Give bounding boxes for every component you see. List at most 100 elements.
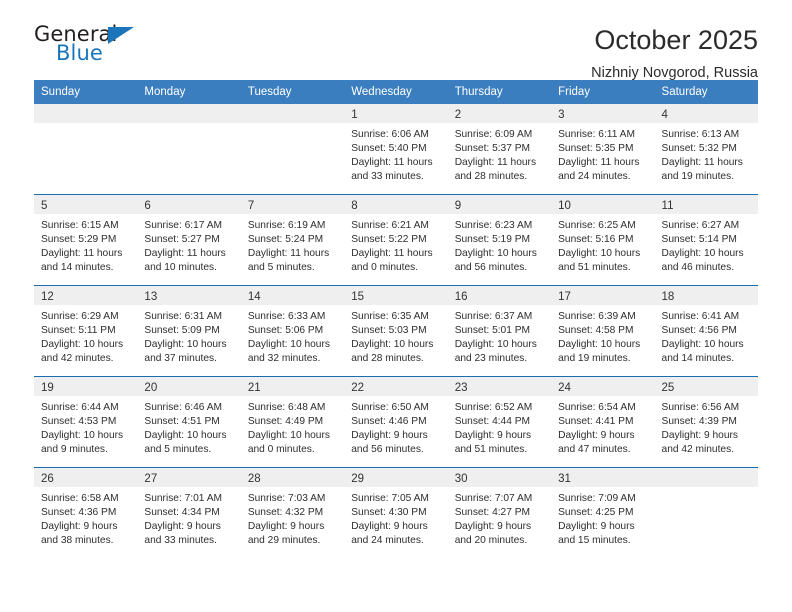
day-details: Sunrise: 6:52 AM Sunset: 4:44 PM Daylight:… [448, 396, 551, 457]
calendar-day-cell[interactable]: 14 Sunrise: 6:33 AM Sunset: 5:06 PM Dayligh… [240, 285, 345, 377]
day-number: 26 [34, 468, 138, 487]
day-details: Sunrise: 6:21 AM Sunset: 5:22 PM Daylight:… [344, 214, 447, 275]
generalblue-logo[interactable]: General Blue [34, 24, 154, 70]
calendar-day-cell[interactable]: 9 Sunrise: 6:23 AM Sunset: 5:19 PM Daylight… [447, 194, 552, 286]
sunrise-time: Sunrise: 6:21 AM [351, 220, 429, 231]
sunrise-time: Sunrise: 6:52 AM [454, 402, 533, 413]
day-number: 10 [551, 195, 655, 214]
calendar-day-cell[interactable]: 15 Sunrise: 6:35 AM Sunset: 5:03 PM Dayligh… [344, 285, 448, 377]
sunset-time: Sunset: 4:32 PM [247, 507, 324, 519]
calendar-day-cell[interactable]: 3 Sunrise: 6:11 AM Sunset: 5:35 PM Daylight… [551, 104, 655, 195]
sunrise-time: Sunrise: 6:23 AM [454, 220, 533, 231]
daylight-duration: Daylight: 10 hours and 23 minutes. [454, 339, 537, 365]
day-number: 24 [551, 377, 655, 396]
day-number: 11 [654, 195, 758, 214]
calendar-day-cell[interactable]: 31 Sunrise: 7:09 AM Sunset: 4:25 PM Dayligh… [551, 467, 655, 558]
calendar-day-cell[interactable]: 24 Sunrise: 6:54 AM Sunset: 4:41 PM Dayligh… [551, 376, 655, 468]
day-number: 6 [137, 195, 241, 214]
sunrise-time: Sunrise: 7:09 AM [558, 493, 636, 504]
calendar-week-row: 12 Sunrise: 6:29 AM Sunset: 5:11 PM Dayligh… [34, 285, 758, 377]
sunset-time: Sunset: 5:11 PM [41, 325, 116, 337]
calendar-day-cell[interactable]: 20 Sunrise: 6:46 AM Sunset: 4:51 PM Dayligh… [137, 376, 241, 468]
calendar-day-cell[interactable]: 4 Sunrise: 6:13 AM Sunset: 5:32 PM Daylight… [654, 104, 758, 195]
day-details: Sunrise: 6:23 AM Sunset: 5:19 PM Daylight:… [448, 214, 551, 275]
day-details: Sunrise: 6:48 AM Sunset: 4:49 PM Daylight:… [241, 396, 344, 457]
calendar-day-cell[interactable]: 25 Sunrise: 6:56 AM Sunset: 4:39 PM Dayligh… [654, 376, 758, 468]
calendar-day-cell[interactable]: 26 Sunrise: 6:58 AM Sunset: 4:36 PM Dayligh… [34, 467, 138, 558]
calendar-day-cell[interactable]: 10 Sunrise: 6:25 AM Sunset: 5:16 PM Dayligh… [551, 194, 655, 286]
sunset-time: Sunset: 5:24 PM [247, 234, 324, 246]
day-number: 7 [240, 195, 345, 214]
calendar-day-cell[interactable]: 21 Sunrise: 6:48 AM Sunset: 4:49 PM Dayligh… [240, 376, 345, 468]
sunrise-time: Sunrise: 6:17 AM [144, 220, 223, 231]
sunrise-time: Sunrise: 6:46 AM [144, 402, 223, 413]
sunrise-time: Sunrise: 6:25 AM [558, 220, 636, 231]
daylight-duration: Daylight: 9 hours and 38 minutes. [41, 521, 118, 547]
sunset-time: Sunset: 4:44 PM [454, 416, 531, 428]
day-number: 22 [344, 377, 448, 396]
day-number: 30 [447, 468, 552, 487]
calendar-day-cell-empty [137, 104, 241, 195]
sunset-time: Sunset: 5:19 PM [454, 234, 531, 246]
sunrise-time: Sunrise: 7:03 AM [247, 493, 326, 504]
day-number: 20 [137, 377, 241, 396]
calendar-day-cell[interactable]: 16 Sunrise: 6:37 AM Sunset: 5:01 PM Dayligh… [447, 285, 552, 377]
calendar-day-cell[interactable]: 13 Sunrise: 6:31 AM Sunset: 5:09 PM Dayligh… [137, 285, 241, 377]
daylight-duration: Daylight: 10 hours and 14 minutes. [661, 339, 744, 365]
calendar-day-cell[interactable]: 5 Sunrise: 6:15 AM Sunset: 5:29 PM Daylight… [34, 194, 138, 286]
sunset-time: Sunset: 4:36 PM [41, 507, 117, 519]
day-number [654, 468, 758, 487]
calendar-day-cell[interactable]: 30 Sunrise: 7:07 AM Sunset: 4:27 PM Dayligh… [447, 467, 552, 558]
calendar-day-cell[interactable]: 27 Sunrise: 7:01 AM Sunset: 4:34 PM Dayligh… [137, 467, 241, 558]
calendar-day-cell[interactable]: 6 Sunrise: 6:17 AM Sunset: 5:27 PM Daylight… [137, 194, 241, 286]
page-subtitle: Nizhniy Novgorod, Russia [591, 64, 758, 81]
sunrise-time: Sunrise: 6:50 AM [351, 402, 429, 413]
day-details: Sunrise: 6:56 AM Sunset: 4:39 PM Daylight:… [655, 396, 758, 457]
day-number: 3 [551, 104, 655, 123]
calendar-day-cell[interactable]: 8 Sunrise: 6:21 AM Sunset: 5:22 PM Daylight… [344, 194, 448, 286]
sunrise-sunset-calendar: Sunday Monday Tuesday Wednesday Thursday… [34, 80, 758, 558]
day-details: Sunrise: 7:05 AM Sunset: 4:30 PM Daylight:… [344, 487, 447, 548]
calendar-day-cell[interactable]: 18 Sunrise: 6:41 AM Sunset: 4:56 PM Dayligh… [654, 285, 758, 377]
daylight-duration: Daylight: 9 hours and 56 minutes. [351, 430, 428, 456]
calendar-day-cell[interactable]: 22 Sunrise: 6:50 AM Sunset: 4:46 PM Dayligh… [344, 376, 448, 468]
daylight-duration: Daylight: 10 hours and 19 minutes. [558, 339, 641, 365]
sunset-time: Sunset: 4:30 PM [351, 507, 427, 519]
daylight-duration: Daylight: 10 hours and 51 minutes. [558, 248, 641, 274]
day-details: Sunrise: 6:33 AM Sunset: 5:06 PM Daylight:… [241, 305, 344, 366]
day-details: Sunrise: 6:27 AM Sunset: 5:14 PM Daylight:… [655, 214, 758, 275]
daylight-duration: Daylight: 9 hours and 24 minutes. [351, 521, 428, 547]
sunset-time: Sunset: 4:53 PM [41, 416, 117, 428]
calendar-day-cell[interactable]: 23 Sunrise: 6:52 AM Sunset: 4:44 PM Dayligh… [447, 376, 552, 468]
calendar-day-cell[interactable]: 7 Sunrise: 6:19 AM Sunset: 5:24 PM Daylight… [240, 194, 345, 286]
sunset-time: Sunset: 4:58 PM [558, 325, 634, 337]
calendar-body: 1 Sunrise: 6:06 AM Sunset: 5:40 PM Daylight… [34, 104, 758, 558]
calendar-week-row: 1 Sunrise: 6:06 AM Sunset: 5:40 PM Daylight… [34, 104, 758, 195]
sunrise-time: Sunrise: 6:31 AM [144, 311, 223, 322]
day-details: Sunrise: 6:25 AM Sunset: 5:16 PM Daylight:… [551, 214, 654, 275]
weekday-header-saturday: Saturday [654, 80, 758, 104]
sunrise-time: Sunrise: 6:09 AM [454, 129, 533, 140]
day-details: Sunrise: 7:03 AM Sunset: 4:32 PM Daylight:… [241, 487, 344, 548]
calendar-day-cell[interactable]: 28 Sunrise: 7:03 AM Sunset: 4:32 PM Dayligh… [240, 467, 345, 558]
calendar-day-cell[interactable]: 1 Sunrise: 6:06 AM Sunset: 5:40 PM Daylight… [344, 104, 448, 195]
day-details: Sunrise: 6:46 AM Sunset: 4:51 PM Daylight:… [137, 396, 240, 457]
daylight-duration: Daylight: 10 hours and 46 minutes. [661, 248, 744, 274]
calendar-day-cell[interactable]: 17 Sunrise: 6:39 AM Sunset: 4:58 PM Dayligh… [551, 285, 655, 377]
day-number: 29 [344, 468, 448, 487]
calendar-day-cell[interactable]: 19 Sunrise: 6:44 AM Sunset: 4:53 PM Dayligh… [34, 376, 138, 468]
day-details: Sunrise: 6:06 AM Sunset: 5:40 PM Daylight:… [344, 123, 447, 184]
daylight-duration: Daylight: 11 hours and 24 minutes. [558, 157, 640, 183]
day-number: 21 [240, 377, 345, 396]
sunset-time: Sunset: 4:34 PM [144, 507, 220, 519]
calendar-day-cell-empty [34, 104, 138, 195]
calendar-day-cell[interactable]: 2 Sunrise: 6:09 AM Sunset: 5:37 PM Daylight… [447, 104, 552, 195]
sunrise-time: Sunrise: 6:19 AM [247, 220, 326, 231]
calendar-day-cell[interactable]: 12 Sunrise: 6:29 AM Sunset: 5:11 PM Dayligh… [34, 285, 138, 377]
day-number: 16 [447, 286, 552, 305]
calendar-day-cell-empty [240, 104, 345, 195]
calendar-header-row: Sunday Monday Tuesday Wednesday Thursday… [34, 80, 758, 104]
calendar-day-cell[interactable]: 11 Sunrise: 6:27 AM Sunset: 5:14 PM Dayligh… [654, 194, 758, 286]
day-details: Sunrise: 6:19 AM Sunset: 5:24 PM Daylight:… [241, 214, 344, 275]
calendar-day-cell[interactable]: 29 Sunrise: 7:05 AM Sunset: 4:30 PM Dayligh… [344, 467, 448, 558]
